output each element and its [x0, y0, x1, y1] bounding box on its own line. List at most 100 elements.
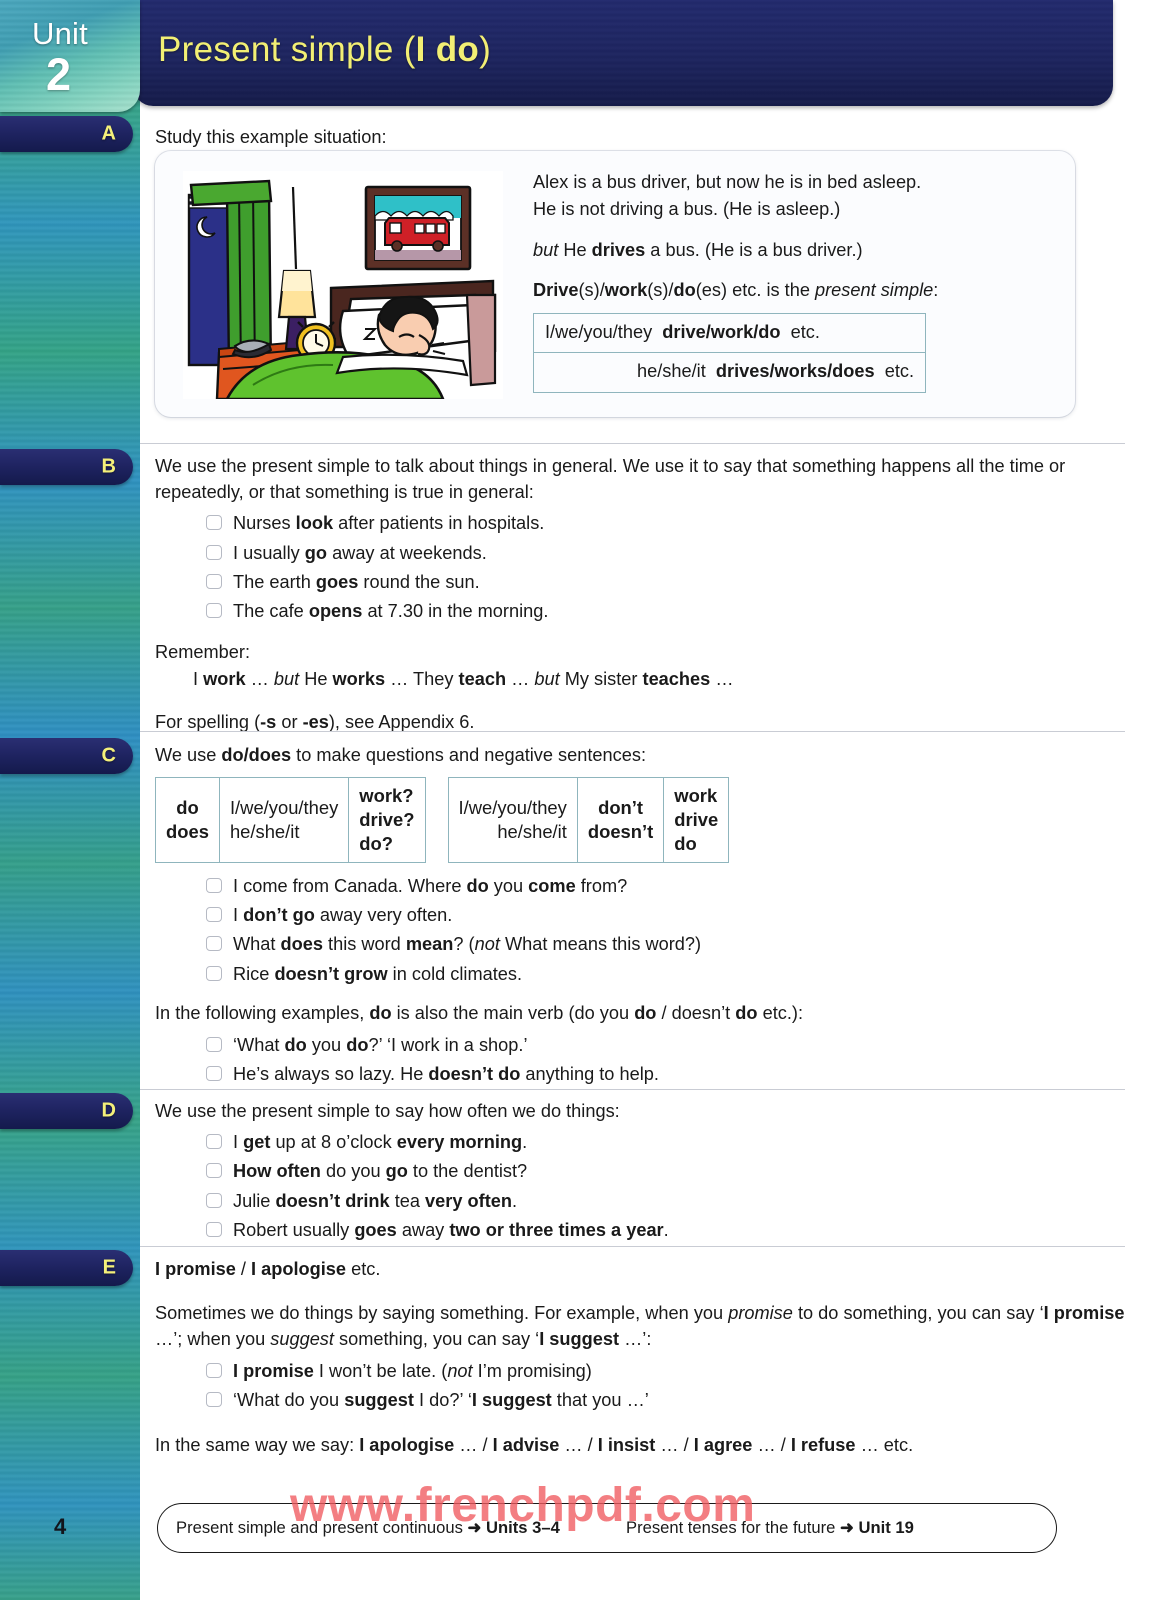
e-ex1-mid: I won’t be late. (: [313, 1360, 448, 1381]
n-aux-doesnt: doesn’t: [587, 821, 654, 843]
example-bullet-icon: [206, 1163, 222, 1179]
q-pron-2: he/she/it: [229, 821, 300, 843]
b-ex3-post: round the sun.: [358, 571, 480, 592]
c-fx1-b1: do: [284, 1034, 307, 1055]
list-item: Robert usually goes away two or three ti…: [155, 1217, 1135, 1244]
example-bullet-icon: [206, 877, 222, 893]
e-f-p3: … /: [559, 1434, 598, 1455]
table-row: I/we/you/they he/she/it don’t doesn’t work…: [447, 777, 730, 863]
sp-es: -es: [302, 712, 329, 733]
section-c: We use do/does to make questions and neg…: [155, 742, 1135, 1090]
c-intro-p1: We use: [155, 745, 222, 765]
b-ex2-pre: I usually: [233, 542, 305, 563]
c-ex4-b1: doesn’t grow: [274, 963, 388, 984]
question-form-table: do does I/we/you/they he/she/it work? drive…: [155, 777, 426, 863]
c-ex4-post: in cold climates.: [387, 963, 523, 984]
n-aux-cell: don’t doesn’t: [576, 777, 665, 863]
sp-p3: ), see Appendix 6.: [328, 712, 475, 733]
section-e-heading: I promise / I apologise etc.: [155, 1256, 1135, 1282]
q-verb-2: drive?: [359, 809, 415, 831]
n-verb-3: do: [674, 833, 697, 855]
n-pron-cell: I/we/you/they he/she/it: [447, 777, 578, 863]
ref2-target: Unit 19: [853, 1518, 914, 1537]
example-bullet-icon: [206, 907, 222, 923]
rem-a1: I: [193, 669, 204, 690]
form-p3: (es) etc. is the: [695, 279, 815, 300]
section-d-example-list: I get up at 8 o’clock every morning. How…: [155, 1129, 1135, 1244]
list-item: I don’t go away very often.: [155, 902, 1135, 929]
example-bullet-icon: [206, 515, 222, 531]
unit-title-bar: Present simple (I do): [133, 0, 1113, 106]
section-a-but-pre: He: [558, 239, 592, 260]
section-tab-b[interactable]: B: [0, 449, 133, 485]
example-bullet-icon: [206, 1134, 222, 1150]
ref1-text: Present simple and present continuous: [176, 1518, 468, 1537]
cross-reference-1[interactable]: Present simple and present continuous ➜ …: [176, 1518, 560, 1538]
section-a-but-line: but He drives a bus. (He is a bus driver…: [533, 237, 1053, 264]
d-ex2-mid: do you: [320, 1161, 386, 1182]
section-tab-b-letter: B: [101, 455, 116, 478]
section-tab-c-letter: C: [101, 744, 116, 767]
section-tab-a[interactable]: A: [0, 116, 133, 152]
section-tab-d[interactable]: D: [0, 1093, 133, 1129]
section-b-example-list: Nurses look after patients in hospitals.…: [155, 510, 1135, 625]
e-head-apologise: I apologise: [251, 1259, 347, 1279]
c-fx1-pre: ‘What: [233, 1034, 285, 1055]
e-head-promise: I promise: [155, 1259, 236, 1279]
q-pron-1: I/we/you/they: [229, 797, 339, 819]
section-c-example-list: I come from Canada. Where do you come fr…: [155, 873, 1135, 988]
section-b-paragraph: We use the present simple to talk about …: [155, 456, 1066, 503]
d-ex4-b1: goes: [354, 1219, 397, 1240]
d-ex4-b2: two or three times a year: [449, 1219, 664, 1240]
e-ex1-not: not: [447, 1360, 473, 1381]
e-p5: …’:: [619, 1329, 652, 1350]
c-ex3-post2: What means this word?): [499, 934, 702, 955]
conj-row-2-etc: etc.: [884, 361, 915, 382]
list-item: Julie doesn’t drink tea very often.: [155, 1188, 1135, 1215]
section-tab-e[interactable]: E: [0, 1250, 133, 1286]
rem-a6: My sister: [559, 669, 643, 690]
example-bullet-icon: [206, 1362, 222, 1378]
list-item: I promise I won’t be late. (not I’m prom…: [155, 1358, 1135, 1385]
e-i1: promise: [728, 1303, 793, 1324]
illustration-man-asleep: [183, 171, 503, 399]
section-a-line-2: He is not driving a bus. (He is asleep.): [533, 199, 841, 220]
example-bullet-icon: [206, 1391, 222, 1407]
q-aux-cell: do does: [155, 777, 220, 863]
unit-badge: Unit 2: [0, 0, 140, 112]
d-ex3-mid: tea: [389, 1190, 426, 1211]
c-ex3-b1: does: [280, 934, 323, 955]
divider-b-c: [140, 731, 1125, 732]
form-drive: Drive: [533, 279, 579, 300]
c-fu-b3: do: [735, 1003, 758, 1024]
e-f-insist: I insist: [597, 1434, 656, 1455]
list-item: The earth goes round the sun.: [155, 569, 1135, 596]
section-b: We use the present simple to talk about …: [155, 453, 1135, 736]
n-verb-1: work: [674, 785, 718, 807]
e-f-p1: In the same way we say:: [155, 1434, 360, 1455]
e-f-apologise: I apologise: [359, 1434, 455, 1455]
c-ex3-b2: mean: [405, 934, 454, 955]
d-ex2-post: to the dentist?: [407, 1161, 528, 1182]
rem-a4: … They: [385, 669, 459, 690]
cross-reference-2[interactable]: Present tenses for the future ➜ Unit 19: [626, 1518, 914, 1538]
section-e-final-line: In the same way we say: I apologise … / …: [155, 1432, 1135, 1458]
c-ex2-post: away very often.: [314, 905, 453, 926]
section-b-remember-line: I work … but He works … They teach … but…: [155, 666, 1135, 692]
table-row: do does I/we/you/they he/she/it work? drive…: [155, 777, 426, 863]
page-title-plain: Present simple (: [158, 30, 416, 69]
q-verb-3: do?: [359, 833, 393, 855]
c-fu-p4: etc.):: [757, 1003, 804, 1024]
e-f-p4: … /: [655, 1434, 694, 1455]
divider-c-d: [140, 1089, 1125, 1090]
example-bullet-icon: [206, 1036, 222, 1052]
example-bullet-icon: [206, 544, 222, 560]
section-d: We use the present simple to say how oft…: [155, 1098, 1135, 1246]
e-b1: I promise: [1043, 1303, 1125, 1324]
section-tab-c[interactable]: C: [0, 738, 133, 774]
page-title-close: ): [479, 30, 492, 69]
rem-a2: …: [245, 669, 274, 690]
e-p1: Sometimes we do things by saying somethi…: [155, 1303, 729, 1324]
page-content: Study this example situation: Alex is a …: [140, 0, 1149, 1600]
list-item: ‘What do you do?’ ‘I work in a shop.’: [155, 1032, 1135, 1059]
